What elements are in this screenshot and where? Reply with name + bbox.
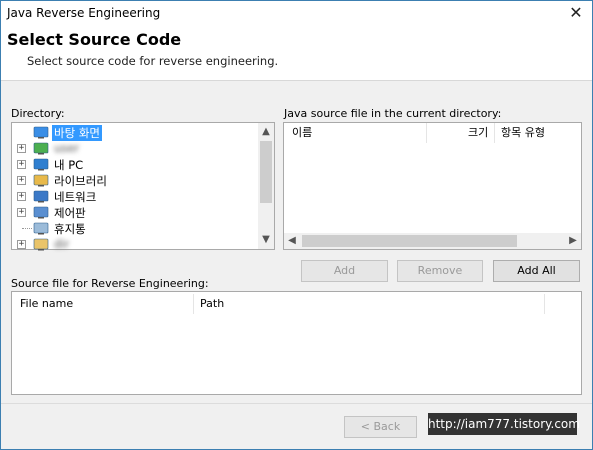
watermark: http://iam777.tistory.com bbox=[428, 413, 580, 435]
expand-icon[interactable]: + bbox=[17, 192, 26, 201]
list-horizontal-scrollbar[interactable]: ◀ ▶ bbox=[284, 233, 581, 249]
tree-item[interactable]: 바탕 화면 bbox=[12, 124, 256, 141]
tree-item-label: dir bbox=[54, 237, 70, 251]
tree-item-label: 휴지통 bbox=[54, 222, 86, 236]
tree-item-label: 바탕 화면 bbox=[52, 125, 102, 141]
expand-icon[interactable]: + bbox=[17, 144, 26, 153]
computer-icon bbox=[33, 157, 49, 171]
tree-item[interactable]: + user bbox=[12, 140, 256, 156]
title-bar: Java Reverse Engineering ✕ bbox=[1, 1, 592, 25]
tree-item[interactable]: 휴지통 bbox=[12, 220, 256, 236]
scroll-thumb[interactable] bbox=[260, 141, 272, 203]
reverse-source-list[interactable]: File name Path bbox=[11, 291, 582, 395]
expand-icon[interactable]: + bbox=[17, 160, 26, 169]
recycle-bin-icon bbox=[33, 221, 49, 235]
library-icon bbox=[33, 173, 49, 187]
directory-tree[interactable]: 바탕 화면 + user + 내 PC + 라이브러리 + 네트워크 + 제어판휴지통 + dir ▲ … bbox=[11, 122, 275, 252]
desktop-icon bbox=[33, 125, 49, 139]
column-separator bbox=[426, 123, 427, 143]
tree-item[interactable]: + 내 PC bbox=[12, 156, 256, 172]
column-separator bbox=[193, 294, 194, 314]
java-source-label: Java source file in the current director… bbox=[284, 107, 502, 120]
dialog-window: Java Reverse Engineering ✕ Select Source… bbox=[0, 0, 593, 450]
close-icon[interactable]: ✕ bbox=[566, 3, 586, 23]
back-button[interactable]: < Back bbox=[344, 416, 417, 438]
page-subtitle: Select source code for reverse engineeri… bbox=[27, 54, 279, 68]
column-header-name[interactable]: 이름 bbox=[292, 123, 312, 143]
tree-item[interactable]: + dir bbox=[12, 236, 256, 252]
tree-item-label: 라이브러리 bbox=[54, 174, 107, 188]
add-button[interactable]: Add bbox=[301, 260, 388, 282]
tree-item[interactable]: + 라이브러리 bbox=[12, 172, 256, 188]
column-separator bbox=[544, 294, 545, 314]
window-title: Java Reverse Engineering bbox=[7, 6, 161, 20]
scroll-thumb[interactable] bbox=[302, 235, 517, 247]
network-icon bbox=[33, 189, 49, 203]
scroll-left-icon[interactable]: ◀ bbox=[284, 233, 300, 249]
expand-icon[interactable]: + bbox=[17, 208, 26, 217]
scroll-down-icon[interactable]: ▼ bbox=[258, 232, 274, 248]
column-header-file-name[interactable]: File name bbox=[20, 294, 73, 314]
tree-vertical-scrollbar[interactable]: ▲ ▼ bbox=[258, 123, 274, 249]
tree-item-label: 네트워크 bbox=[54, 190, 97, 204]
directory-label: Directory: bbox=[11, 107, 65, 120]
user-icon bbox=[33, 141, 49, 155]
tree-connector bbox=[22, 228, 32, 229]
tree-item-label: 내 PC bbox=[54, 158, 84, 172]
expand-icon[interactable]: + bbox=[17, 176, 26, 185]
remove-button[interactable]: Remove bbox=[397, 260, 483, 282]
wizard-header: Select Source Code Select source code fo… bbox=[1, 25, 592, 81]
tree-item[interactable]: + 제어판 bbox=[12, 204, 256, 220]
column-header-path[interactable]: Path bbox=[200, 294, 224, 314]
scroll-right-icon[interactable]: ▶ bbox=[565, 233, 581, 249]
java-source-list[interactable]: 이름 크기 항목 유형 ◀ ▶ bbox=[283, 122, 582, 250]
add-all-button[interactable]: Add All bbox=[493, 260, 580, 282]
column-header-type[interactable]: 항목 유형 bbox=[501, 123, 545, 143]
control-panel-icon bbox=[33, 205, 49, 219]
expand-icon[interactable]: + bbox=[17, 240, 26, 249]
scroll-up-icon[interactable]: ▲ bbox=[258, 124, 274, 140]
tree-item[interactable]: + 네트워크 bbox=[12, 188, 256, 204]
tree-item-label: user bbox=[54, 141, 80, 155]
column-separator bbox=[494, 123, 495, 143]
folder-icon bbox=[33, 237, 49, 251]
page-title: Select Source Code bbox=[7, 30, 182, 49]
column-header-size[interactable]: 크기 bbox=[468, 123, 488, 143]
tree-item-label: 제어판 bbox=[54, 206, 86, 220]
reverse-source-label: Source file for Reverse Engineering: bbox=[11, 277, 209, 290]
